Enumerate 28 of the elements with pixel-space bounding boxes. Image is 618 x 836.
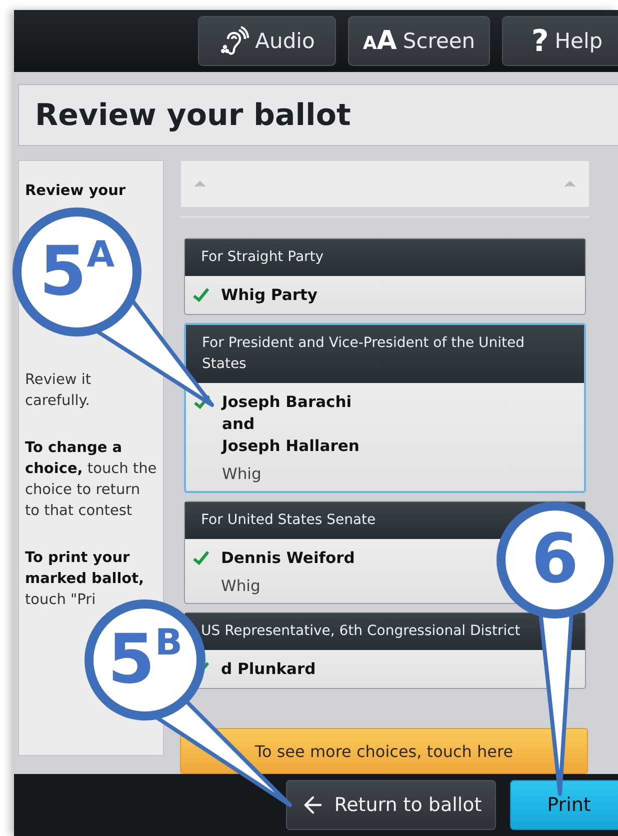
instruction-text: To print your marked ballot, touch "Pri [25, 549, 146, 610]
screen-button[interactable]: AA Screen [348, 16, 490, 66]
candidate-name: Joseph Hallaren [222, 436, 360, 457]
contest-card[interactable]: For President and Vice-President of the United States Joseph Barachi and Joseph Hallaren Whig [184, 323, 586, 493]
candidate-name: Joseph Barachi [222, 392, 353, 413]
candidate-name: and [222, 414, 256, 435]
party-name: Whig [222, 465, 262, 483]
instruction-text: Review your [25, 182, 127, 201]
callout-number: 5$^{B}$ [108, 626, 182, 694]
candidate-name: Whig Party [221, 285, 318, 306]
ear-icon [219, 25, 250, 57]
screen-title: Review your ballot [18, 84, 618, 146]
audio-button[interactable]: Audio [198, 16, 336, 66]
return-to-ballot-button[interactable]: Return to ballot [286, 780, 496, 830]
instruction-text: Review it carefully. [25, 371, 92, 411]
help-button[interactable]: ? Help [502, 16, 618, 66]
candidate-name: d Plunkard [221, 659, 317, 680]
help-icon: ? [531, 24, 549, 58]
contest-title: For President and Vice-President of the United States [186, 325, 584, 383]
instruction-text: To change a choice, touch the choice to return to that contest [25, 439, 158, 521]
party-name: Whig [221, 577, 262, 595]
text-size-icon: AA [362, 26, 397, 56]
scroll-up-button[interactable] [180, 160, 590, 208]
candidate-name: Dennis Weiford [221, 548, 356, 569]
callout-number: 5$^{A}$ [39, 238, 115, 306]
contest-title: For Straight Party [185, 239, 585, 276]
print-button[interactable]: Print [510, 780, 618, 830]
contest-card[interactable]: For Straight Party Whig Party [184, 238, 586, 315]
